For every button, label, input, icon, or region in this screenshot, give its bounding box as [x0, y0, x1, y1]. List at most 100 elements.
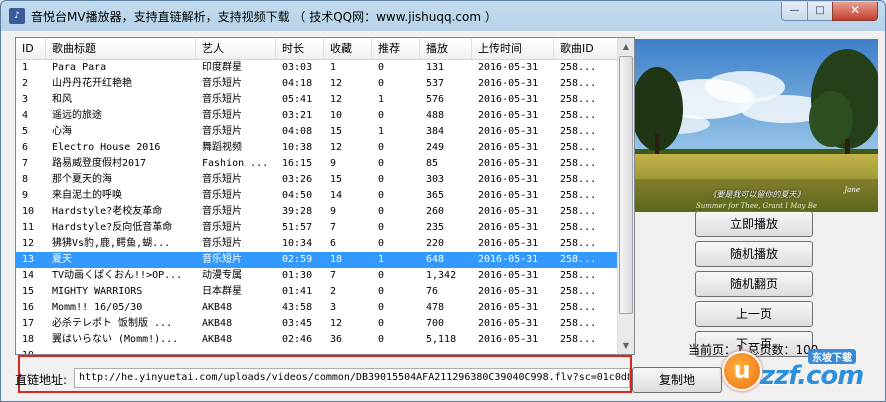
table-row[interactable]: 15 MIGHTY WARRIORS 日本群星 01:41 2 0 76 2016-05-31… — [16, 284, 619, 300]
table-cell: 258... — [560, 94, 597, 105]
table-cell: 2016-05-31 — [478, 158, 539, 169]
table-cell: 36 — [330, 334, 343, 345]
minimize-button[interactable]: — — [781, 2, 808, 21]
table-row[interactable]: 12 狒狒Vs豹,鹿,鳄鱼,蝴... 音乐短片 10:34 6 0 220 2016-05-3… — [16, 236, 619, 252]
table-cell: 01:30 — [282, 270, 313, 281]
table-cell — [420, 348, 472, 354]
table-cell: 131 — [426, 62, 445, 73]
watermark-text: zzf.com — [760, 361, 864, 391]
table-cell: 1,342 — [426, 270, 457, 281]
table-cell: 258... — [560, 302, 597, 313]
close-button[interactable]: ✕ — [832, 2, 878, 21]
play-now-button[interactable]: 立即播放 — [695, 211, 813, 237]
column-header[interactable]: 歌曲ID — [554, 38, 619, 60]
table-cell: 258... — [560, 270, 597, 281]
prev-page-button[interactable]: 上一页 — [695, 301, 813, 327]
table-row[interactable]: 3 和风 音乐短片 05:41 12 1 576 2016-05-31 258... — [16, 92, 619, 108]
vertical-scrollbar[interactable]: ▲ ▼ — [617, 38, 634, 354]
table-row[interactable]: 9 来自泥土的呼唤 音乐短片 04:50 14 0 365 2016-05-31 258... — [16, 188, 619, 204]
table-cell: 0 — [378, 286, 385, 297]
url-label: 直链地址: — [15, 373, 68, 387]
table-cell: 537 — [426, 78, 445, 89]
column-header[interactable]: 艺人 — [196, 38, 276, 60]
table-row[interactable]: 13 夏天 音乐短片 02:59 18 1 648 2016-05-31 258... — [16, 252, 619, 268]
table-cell: 5 — [22, 126, 29, 137]
column-header[interactable]: 推荐 — [372, 38, 420, 60]
table-cell: 303 — [426, 174, 445, 185]
table-cell: 2016-05-31 — [478, 94, 539, 105]
column-header[interactable]: ID — [16, 38, 46, 60]
table-row[interactable]: 4 遥远的旅途 音乐短片 03:21 10 0 488 2016-05-31 258... — [16, 108, 619, 124]
column-header[interactable]: 歌曲标题 — [46, 38, 196, 60]
table-cell: 2016-05-31 — [478, 62, 539, 73]
table-cell: 音乐短片 — [202, 110, 242, 121]
table-cell: 85 — [426, 158, 439, 169]
random-play-button[interactable]: 随机播放 — [695, 241, 813, 267]
table-cell: 384 — [426, 126, 445, 137]
table-cell: 7 — [330, 270, 337, 281]
url-input[interactable]: http://he.yinyuetai.com/uploads/videos/c… — [74, 368, 630, 388]
window-title: 音悦台MV播放器，支持直链解析，支持视频下载 （ 技术QQ网：www.jishu… — [31, 10, 497, 24]
table-cell: 258... — [560, 254, 597, 265]
table-row[interactable]: 8 那个夏天的海 音乐短片 03:26 15 0 303 2016-05-31 258... — [16, 172, 619, 188]
table-cell: 249 — [426, 142, 445, 153]
copy-link-button[interactable]: 复制地 — [632, 367, 722, 393]
table-cell: 印度群星 — [202, 62, 242, 73]
table-cell: 日本群星 — [202, 286, 242, 297]
table-cell: 0 — [378, 110, 385, 121]
title-bar[interactable]: ♪ 音悦台MV播放器，支持直链解析，支持视频下载 （ 技术QQ网：www.jis… — [1, 1, 885, 31]
table-cell: 音乐短片 — [202, 126, 242, 137]
table-cell: 12 — [330, 78, 343, 89]
table-cell: 遥远的旅途 — [52, 110, 102, 121]
scrollbar-thumb[interactable] — [619, 56, 633, 314]
table-cell: 2016-05-31 — [478, 142, 539, 153]
table-cell: 2016-05-31 — [478, 206, 539, 217]
table-cell: 258... — [560, 62, 597, 73]
scroll-down-arrow-icon[interactable]: ▼ — [618, 337, 634, 354]
table-row[interactable]: 18 翼はいらない (Momm!)... AKB48 02:46 36 0 5,118 201… — [16, 332, 619, 348]
table-row[interactable]: 1 Para Para 印度群星 03:03 1 0 131 2016-05-31 258... — [16, 60, 619, 76]
table-cell — [276, 348, 324, 354]
table-cell: 夏天 — [52, 254, 72, 265]
table-cell: 700 — [426, 318, 445, 329]
table-row[interactable]: 16 Momm!! 16/05/30 AKB48 43:58 3 0 478 2016-05-… — [16, 300, 619, 316]
table-cell: 6 — [22, 142, 29, 153]
table-cell: 03:03 — [282, 62, 313, 73]
table-cell: 2016-05-31 — [478, 126, 539, 137]
table-row[interactable]: 10 Hardstyle?老校友革命 音乐短片 39:28 9 0 260 2016-05-3… — [16, 204, 619, 220]
table-row[interactable]: 7 路易威登度假村2017 Fashion ... 16:15 9 0 85 2016-05-… — [16, 156, 619, 172]
column-header[interactable]: 收藏 — [324, 38, 372, 60]
column-header[interactable]: 播放 — [420, 38, 472, 60]
table-cell: 3 — [22, 94, 29, 105]
table-cell: 8 — [22, 174, 29, 185]
table-cell — [46, 348, 196, 354]
table-row[interactable]: 6 Electro House 2016 舞蹈视频 10:38 12 0 249 2016-0… — [16, 140, 619, 156]
table-cell: 258... — [560, 158, 597, 169]
table-cell: 16:15 — [282, 158, 313, 169]
table-row[interactable]: 2 山丹丹花开红艳艳 音乐短片 04:18 12 0 537 2016-05-31 258... — [16, 76, 619, 92]
table-row[interactable]: 14 TV动画くぱくおん!!>OP... 动漫专属 01:30 7 0 1,342 2016-… — [16, 268, 619, 284]
column-header[interactable]: 时长 — [276, 38, 324, 60]
maximize-button[interactable]: □ — [807, 2, 833, 21]
table-cell: 258... — [560, 174, 597, 185]
table-cell: 19 — [16, 348, 46, 354]
column-header[interactable]: 上传时间 — [472, 38, 554, 60]
table-row[interactable]: 17 必杀テレポト 饭制版 ... AKB48 03:45 12 0 700 2016-05-… — [16, 316, 619, 332]
table-row[interactable]: 5 心海 音乐短片 04:08 15 1 384 2016-05-31 258... — [16, 124, 619, 140]
table-cell: 43:58 — [282, 302, 313, 313]
table-cell: 音乐短片 — [202, 190, 242, 201]
table-cell: 2016-05-31 — [478, 222, 539, 233]
random-page-button[interactable]: 随机翻页 — [695, 271, 813, 297]
table-cell: 13 — [22, 254, 35, 265]
app-logo-icon: ♪ — [9, 8, 25, 24]
list-header: ID 歌曲标题 艺人 时长 收藏 推荐 播放 上传时间 歌曲ID — [16, 38, 619, 60]
table-cell: 04:50 — [282, 190, 313, 201]
table-row[interactable]: 11 Hardstyle?反向低音革命 音乐短片 51:57 7 0 235 2016-05-… — [16, 220, 619, 236]
table-row[interactable]: 19 — [16, 348, 619, 354]
table-cell: 音乐短片 — [202, 222, 242, 233]
table-cell: 0 — [378, 190, 385, 201]
song-list[interactable]: ID 歌曲标题 艺人 时长 收藏 推荐 播放 上传时间 歌曲ID 1 Para Para 印度群星 0… — [15, 37, 635, 355]
table-cell: 14 — [330, 190, 343, 201]
table-cell: 11 — [22, 222, 35, 233]
scroll-up-arrow-icon[interactable]: ▲ — [618, 38, 634, 55]
